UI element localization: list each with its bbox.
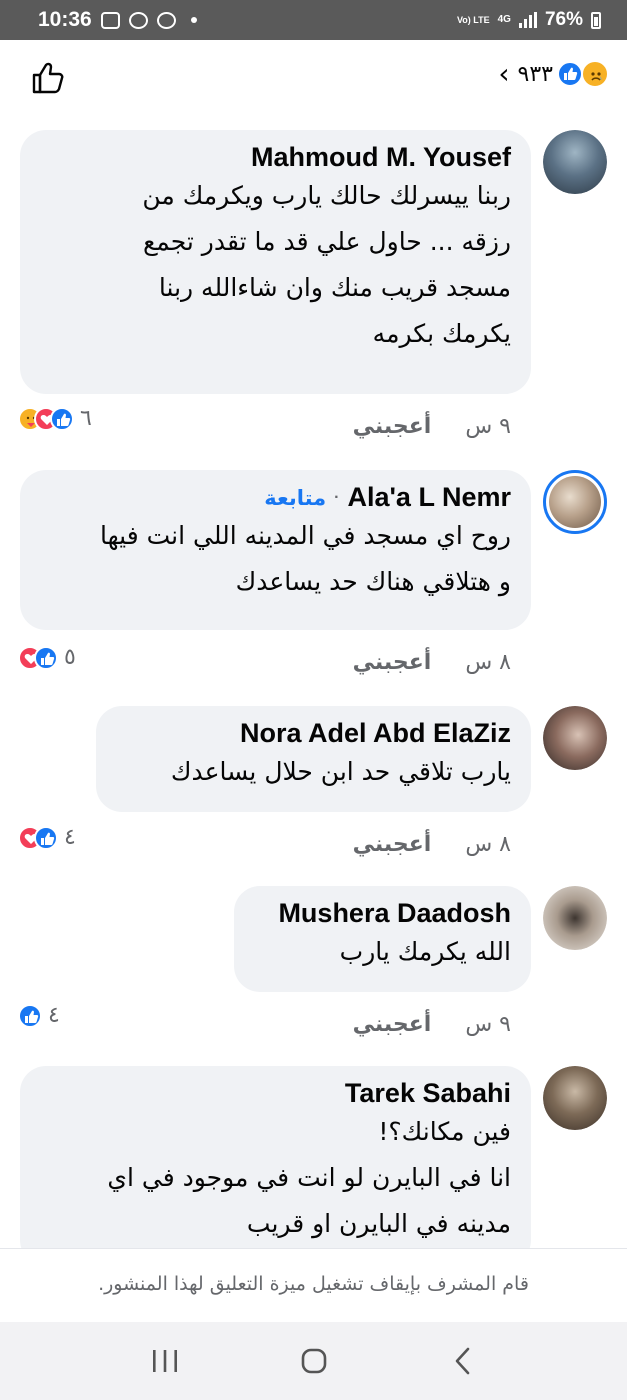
avatar-alaa[interactable] xyxy=(543,470,607,534)
avatar-mahmoud[interactable] xyxy=(543,130,607,194)
avatar-tarek[interactable] xyxy=(543,1066,607,1130)
comment-author[interactable]: Ala'a L Nemr xyxy=(348,482,512,513)
comment-line: انا في البايرن لو انت في موجود في اي xyxy=(107,1163,511,1192)
comment-time: ٨ س xyxy=(465,650,511,675)
whatsapp-notification-icon xyxy=(128,11,148,29)
comment-bubble[interactable]: متابعة · Ala'a L Nemr روح اي مسجد في الم… xyxy=(20,470,531,630)
comment-line: الله يكرمك يارب xyxy=(339,937,511,966)
reaction-count: ٦ xyxy=(80,406,92,431)
comment-reactions[interactable]: ٥ xyxy=(18,645,76,670)
like-reaction-icon xyxy=(18,1003,42,1028)
comment-author[interactable]: Nora Adel Abd ElaZiz xyxy=(118,718,511,749)
comment-time: ٩ س xyxy=(465,1012,511,1037)
comment-actions: ٨ س أعجبني xyxy=(353,832,511,857)
avatar-mushera[interactable] xyxy=(543,886,607,950)
messenger-notification-icon xyxy=(156,11,176,29)
comment-line: ربنا ييسرلك حالك يارب ويكرمك من xyxy=(142,181,511,210)
separator-dot: · xyxy=(334,488,340,506)
like-button[interactable]: أعجبني xyxy=(353,832,432,857)
battery-icon xyxy=(591,11,601,29)
reaction-total: ٩٣٣ xyxy=(517,61,553,87)
comment-bubble[interactable]: Mushera Daadosh الله يكرمك يارب xyxy=(234,886,531,992)
comments-sheet: ‹ ٩٣٣ Mahmoud M. Yousef ربنا ييسرلك حالك… xyxy=(0,40,627,1322)
comment-line: مدينه في البايرن او قريب xyxy=(246,1209,511,1238)
comment-actions: ٩ س أعجبني xyxy=(353,1012,511,1037)
reaction-count: ٤ xyxy=(64,825,76,850)
more-notifications-dot-icon xyxy=(190,17,197,23)
comment-actions: ٨ س أعجبني xyxy=(353,650,511,675)
signal-icon xyxy=(518,12,537,28)
status-time: 10:36 xyxy=(38,8,92,31)
comment-bubble[interactable]: Nora Adel Abd ElaZiz يارب تلاقي حد ابن ح… xyxy=(96,706,531,812)
volte-indicator: Vo) LTE xyxy=(456,14,490,25)
comment-author[interactable]: Tarek Sabahi xyxy=(42,1078,511,1109)
comment-author[interactable]: Mahmoud M. Yousef xyxy=(42,142,511,173)
comment-time: ٨ س xyxy=(465,832,511,857)
comment-line: فين مكانك؟! xyxy=(378,1117,511,1146)
thumbs-up-outline-icon[interactable] xyxy=(30,60,66,96)
like-reaction-icon xyxy=(34,825,58,850)
comment-time: ٩ س xyxy=(465,414,511,439)
comment-bubble[interactable]: Mahmoud M. Yousef ربنا ييسرلك حالك يارب … xyxy=(20,130,531,394)
system-nav-bar xyxy=(0,1322,627,1400)
follow-link[interactable]: متابعة xyxy=(264,486,326,510)
chevron-left-icon[interactable]: ‹ xyxy=(498,60,509,88)
status-bar: 10:36 Vo) LTE 4G 76% xyxy=(0,0,627,40)
comment-line: يارب تلاقي حد ابن حلال يساعدك xyxy=(170,757,511,786)
like-reaction-icon xyxy=(34,645,58,670)
comment-line: و هتلاقي هناك حد يساعدك xyxy=(235,567,511,596)
reaction-count: ٥ xyxy=(64,645,76,670)
reactions-header: ‹ ٩٣٣ xyxy=(0,40,627,115)
battery-percent: 76% xyxy=(544,9,583,30)
network-type: 4G xyxy=(497,14,511,25)
like-reaction-icon xyxy=(50,406,74,431)
comment-header: متابعة · Ala'a L Nemr xyxy=(42,482,511,513)
sad-reaction-icon xyxy=(581,60,609,88)
comment-actions: ٩ س أعجبني xyxy=(353,414,511,439)
comment-line: روح اي مسجد في المدينه اللي انت فيها xyxy=(100,521,511,550)
comment-reactions[interactable]: ٦ xyxy=(18,406,92,431)
home-icon[interactable] xyxy=(294,1341,334,1381)
comment-author[interactable]: Mushera Daadosh xyxy=(256,898,511,929)
comment-reactions[interactable]: ٤ xyxy=(18,825,76,850)
comment-bubble[interactable]: Tarek Sabahi فين مكانك؟! انا في البايرن … xyxy=(20,1066,531,1266)
avatar-nora[interactable] xyxy=(543,706,607,770)
like-reaction-icon xyxy=(557,61,583,87)
like-button[interactable]: أعجبني xyxy=(353,650,432,675)
comments-disabled-notice: قام المشرف بإيقاف تشغيل ميزة التعليق لهذ… xyxy=(0,1248,627,1322)
like-button[interactable]: أعجبني xyxy=(353,1012,432,1037)
gallery-notification-icon xyxy=(100,11,120,29)
recents-icon[interactable] xyxy=(145,1341,185,1381)
back-icon[interactable] xyxy=(443,1341,483,1381)
comment-line: مسجد قريب منك وان شاءالله ربنا xyxy=(158,273,511,302)
comment-line: رزقه ... حاول علي قد ما تقدر تجمع xyxy=(142,227,511,256)
comment-reactions[interactable]: ٤ xyxy=(18,1003,60,1028)
like-button[interactable]: أعجبني xyxy=(353,414,432,439)
reactions-summary[interactable]: ‹ ٩٣٣ xyxy=(498,60,609,88)
comment-line: يكرمك بكرمه xyxy=(372,319,511,348)
reaction-count: ٤ xyxy=(48,1003,60,1028)
